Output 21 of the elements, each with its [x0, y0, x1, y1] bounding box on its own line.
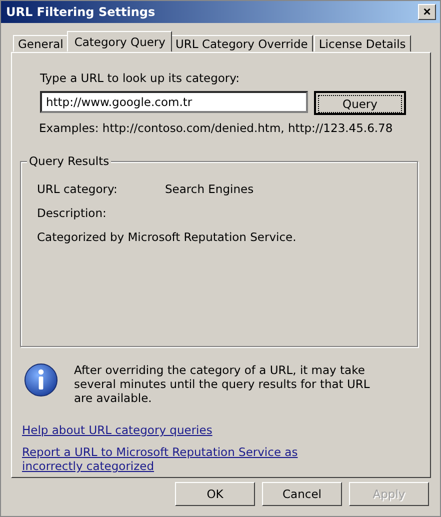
url-field[interactable]: http://www.google.com.tr: [40, 91, 308, 113]
tab[interactable]: General: [13, 35, 68, 52]
help-link[interactable]: Help about URL category queries: [22, 423, 342, 437]
group-title: Query Results: [27, 154, 112, 168]
tab[interactable]: Category Query: [67, 31, 172, 52]
close-button[interactable]: ×: [418, 4, 436, 20]
examples-text: Examples: http://contoso.com/denied.htm, http://123.45.6.78: [39, 121, 394, 135]
window-title: URL Filtering Settings: [6, 5, 156, 19]
dialog-button[interactable]: Cancel: [262, 482, 342, 506]
result-label: URL category:: [37, 182, 118, 196]
tab[interactable]: URL Category Override: [170, 35, 313, 52]
help-link[interactable]: Report a URL to Microsoft Reputation Service as incorrectly categorized: [22, 445, 342, 473]
result-value: Search Engines: [165, 182, 254, 196]
url-label: Type a URL to look up its category:: [40, 71, 240, 85]
dialog-button[interactable]: OK: [175, 482, 255, 506]
info-text: After overriding the category of a URL, it may take several minutes until the query results for that URL are available.: [74, 363, 371, 405]
query-button[interactable]: Query: [314, 91, 406, 115]
result-note: Categorized by Microsoft Reputation Service.: [37, 230, 298, 244]
info-icon: [24, 363, 58, 397]
tab[interactable]: License Details: [314, 35, 411, 52]
result-label: Description:: [37, 206, 108, 220]
